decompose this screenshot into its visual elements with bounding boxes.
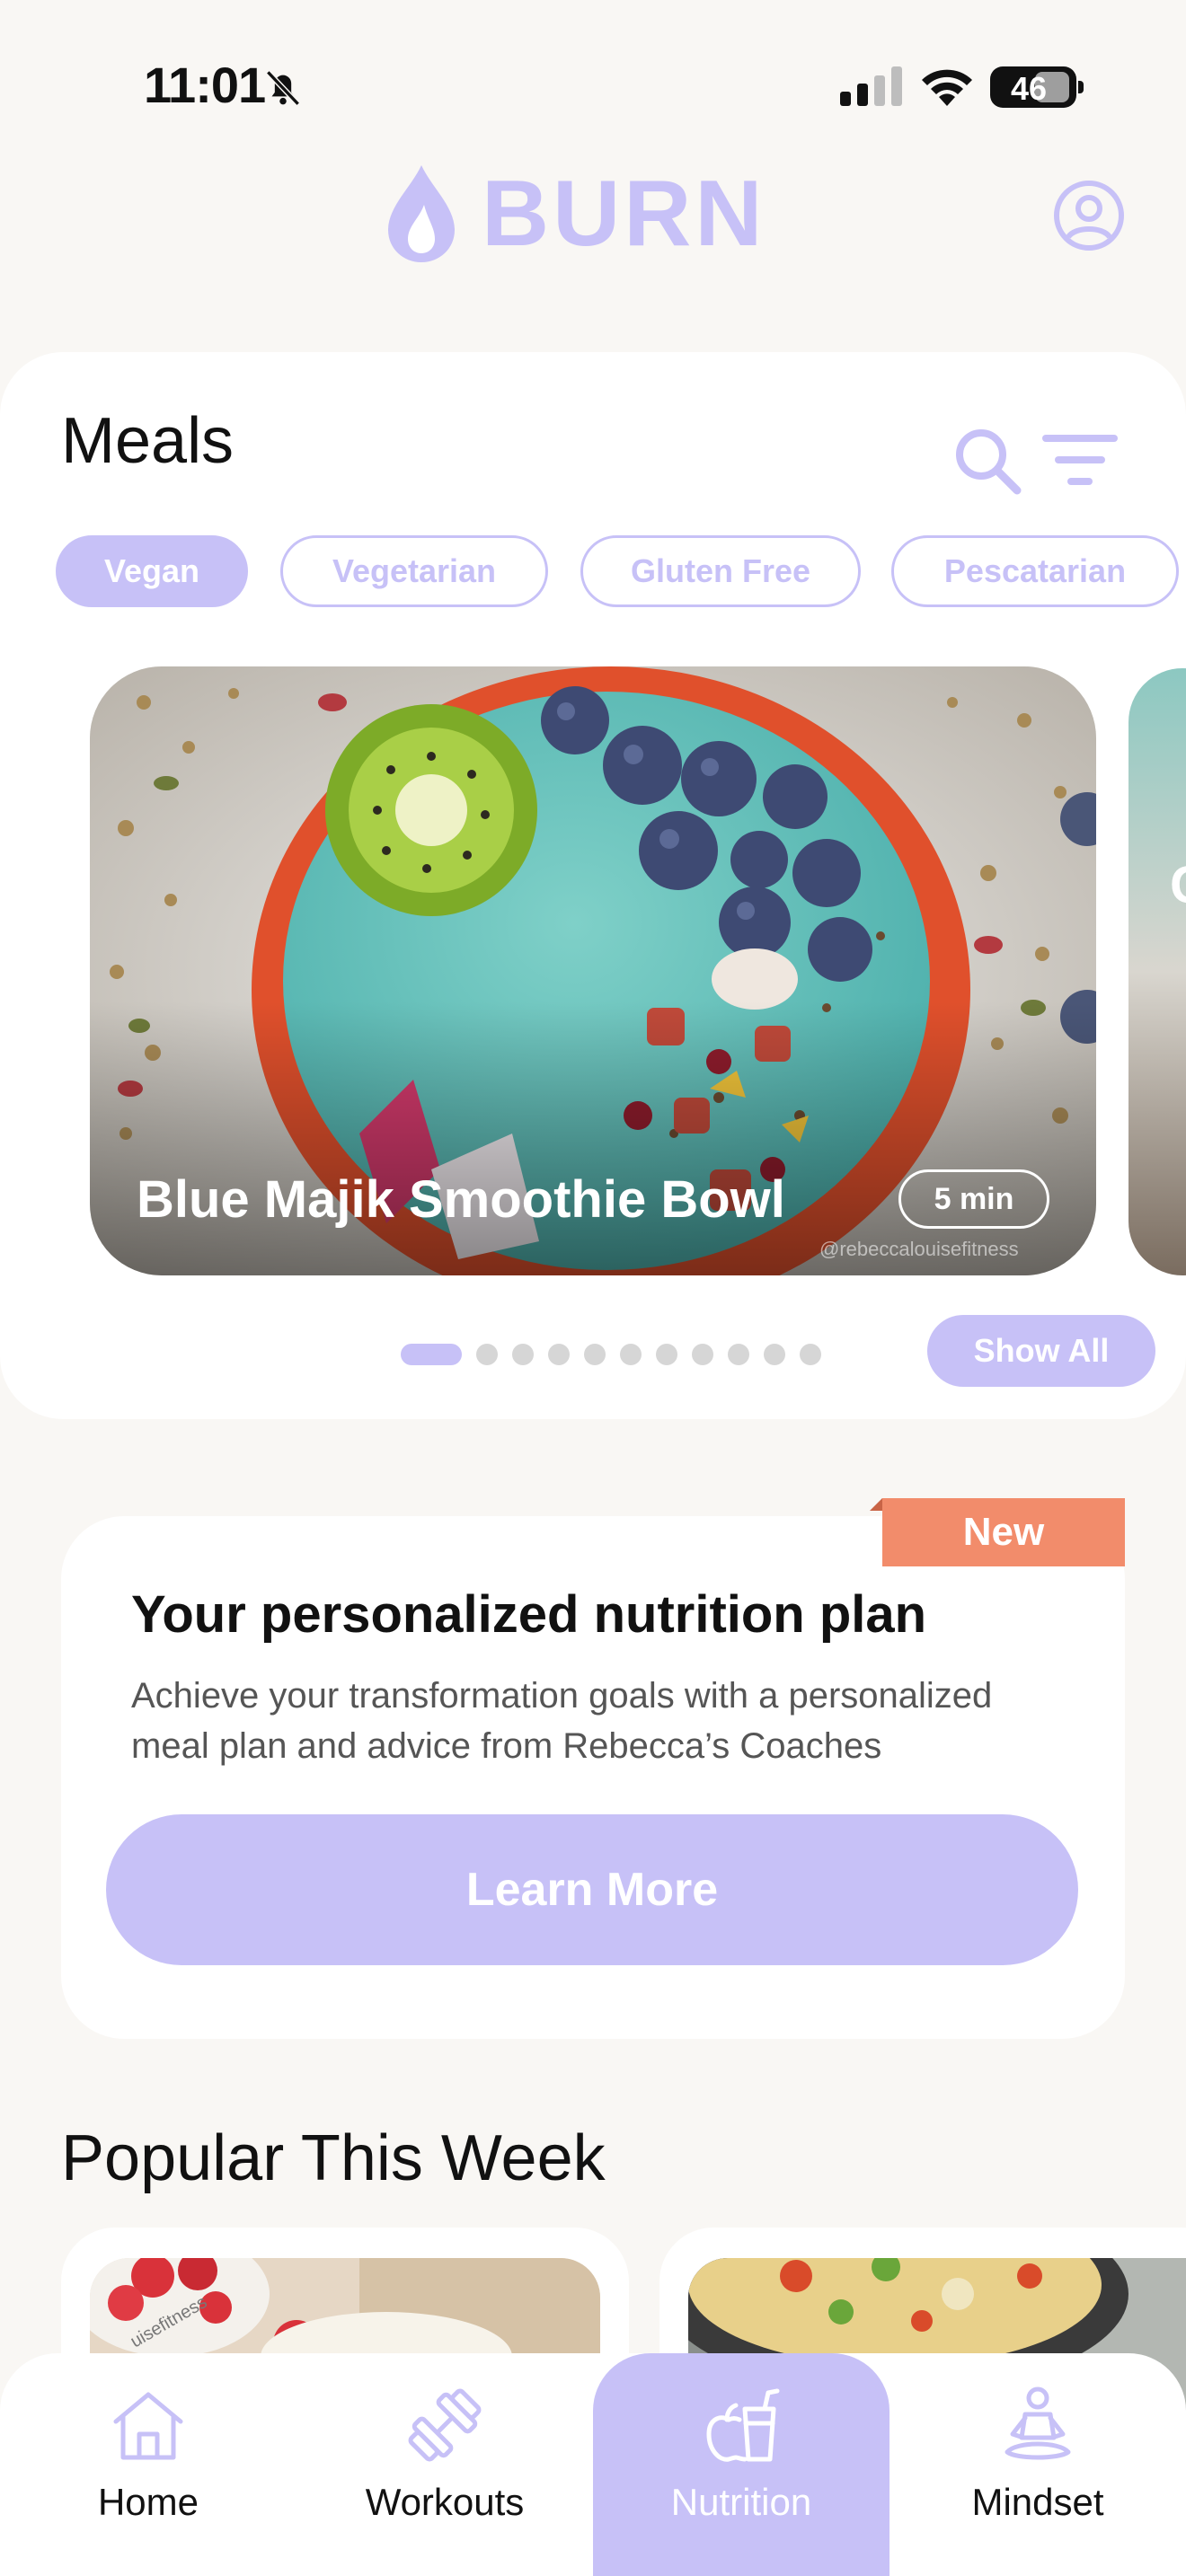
filter-icon[interactable] bbox=[1042, 433, 1118, 489]
promo-title: Your personalized nutrition plan bbox=[131, 1585, 927, 1644]
carousel-dot[interactable] bbox=[512, 1344, 534, 1365]
wifi-icon bbox=[922, 69, 972, 106]
status-time: 11:01 bbox=[144, 57, 266, 113]
chip-vegan[interactable]: Vegan bbox=[56, 535, 248, 607]
tab-workouts[interactable]: Workouts bbox=[296, 2353, 593, 2576]
next-meal-card[interactable] bbox=[1128, 668, 1186, 1275]
nutrition-plan-card: New Your personalized nutrition plan Ach… bbox=[61, 1498, 1125, 2039]
bottom-tab-bar: Home Workouts Nutrition Mindset bbox=[0, 2353, 1186, 2576]
brand-name: BURN bbox=[482, 162, 766, 266]
tab-label-workouts: Workouts bbox=[365, 2481, 525, 2523]
carousel-pagination bbox=[401, 1344, 821, 1365]
popular-title: Popular This Week bbox=[61, 2122, 606, 2194]
meals-section: Meals Vegan Vegetarian Gluten Free Pesca… bbox=[0, 352, 1186, 1419]
tab-home[interactable]: Home bbox=[0, 2353, 296, 2576]
photo-credit: @rebeccalouisefitness bbox=[819, 1238, 1019, 1260]
bell-muted-icon bbox=[266, 70, 300, 106]
apple-drink-icon bbox=[706, 2388, 780, 2462]
flame-drop-icon bbox=[388, 165, 455, 262]
carousel-dot[interactable] bbox=[728, 1344, 749, 1365]
meditation-icon bbox=[1005, 2386, 1071, 2460]
learn-more-button[interactable]: Learn More bbox=[106, 1814, 1078, 1965]
carousel-dot[interactable] bbox=[692, 1344, 713, 1365]
featured-meal-name: Blue Majik Smoothie Bowl bbox=[137, 1170, 785, 1229]
status-bar: 11:01 46 bbox=[0, 0, 1186, 171]
tab-nutrition[interactable]: Nutrition bbox=[593, 2353, 890, 2576]
carousel-dot[interactable] bbox=[401, 1344, 462, 1365]
featured-meal-card[interactable]: Blue Majik Smoothie Bowl 5 min @rebeccal… bbox=[90, 666, 1096, 1275]
chip-pescatarian[interactable]: Pescatarian bbox=[891, 535, 1179, 607]
tab-label-mindset: Mindset bbox=[971, 2481, 1104, 2523]
carousel-dot[interactable] bbox=[656, 1344, 677, 1365]
tab-label-home: Home bbox=[97, 2481, 199, 2523]
battery-level: 46 bbox=[1010, 70, 1048, 107]
prep-time-badge: 5 min bbox=[898, 1169, 1049, 1229]
carousel-dot[interactable] bbox=[548, 1344, 570, 1365]
battery-indicator: 46 bbox=[990, 66, 1084, 108]
next-meal-name-peek: C bbox=[1170, 855, 1186, 915]
search-icon[interactable] bbox=[952, 426, 1024, 498]
cellular-signal-icon bbox=[840, 66, 902, 106]
home-icon bbox=[113, 2392, 183, 2460]
meals-title: Meals bbox=[61, 405, 235, 477]
new-badge: New bbox=[870, 1498, 1125, 1566]
show-all-button[interactable]: Show All bbox=[927, 1315, 1155, 1387]
tab-mindset[interactable]: Mindset bbox=[890, 2353, 1186, 2576]
chip-gluten-free[interactable]: Gluten Free bbox=[580, 535, 861, 607]
brand-logo: BURN bbox=[385, 163, 766, 264]
tab-label-nutrition: Nutrition bbox=[670, 2481, 812, 2523]
chip-vegetarian[interactable]: Vegetarian bbox=[280, 535, 548, 607]
carousel-dot[interactable] bbox=[620, 1344, 642, 1365]
carousel-dot[interactable] bbox=[584, 1344, 606, 1365]
dumbbell-icon bbox=[408, 2388, 482, 2462]
carousel-dot[interactable] bbox=[476, 1344, 498, 1365]
carousel-dot[interactable] bbox=[800, 1344, 821, 1365]
promo-description: Achieve your transformation goals with a… bbox=[131, 1676, 993, 1766]
carousel-dot[interactable] bbox=[764, 1344, 785, 1365]
profile-icon[interactable] bbox=[1053, 180, 1125, 251]
